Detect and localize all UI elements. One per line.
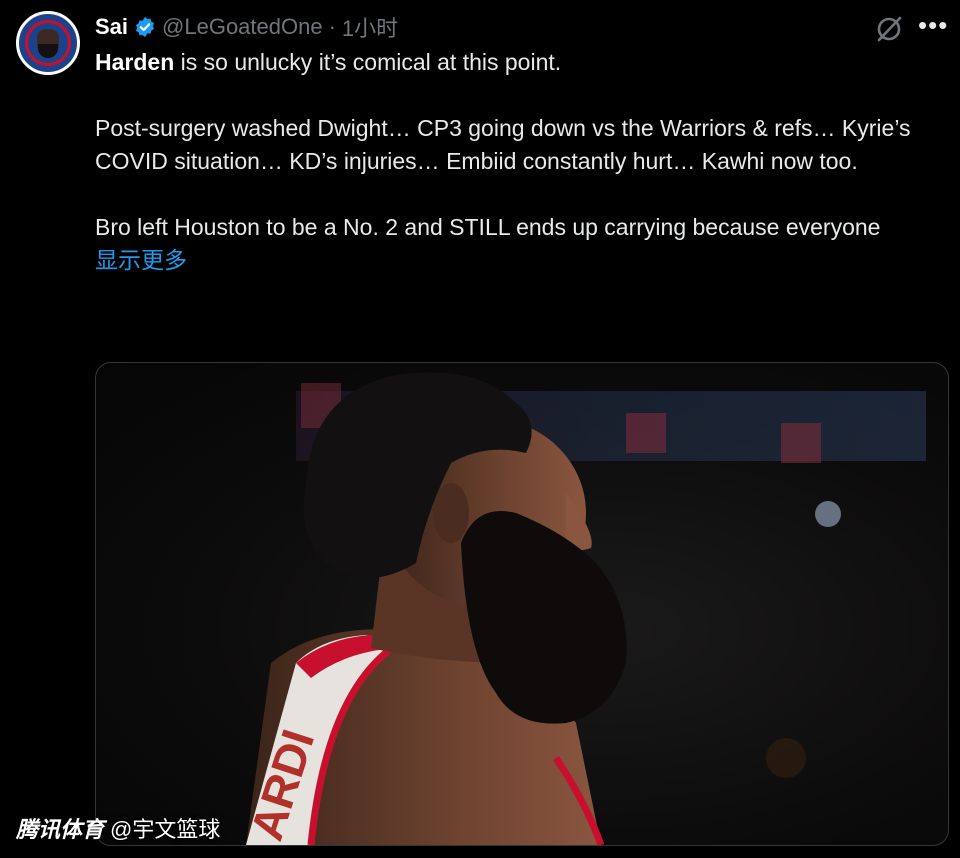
tweet-text: Harden is so unlucky it’s comical at thi… — [95, 46, 955, 277]
header-separator: · — [328, 14, 336, 39]
author-name[interactable]: Sai — [95, 14, 128, 40]
tweet-photo[interactable]: ARDI — [95, 362, 949, 846]
tweet-line-1: Harden is so unlucky it’s comical at thi… — [95, 46, 955, 79]
timestamp[interactable]: 1小时 — [342, 11, 398, 43]
avatar[interactable] — [16, 11, 80, 75]
tweet-paragraph-2: Post-surgery washed Dwight… CP3 going do… — [95, 115, 911, 174]
grok-icon[interactable] — [874, 14, 904, 44]
tweet-paragraph-3: Bro left Houston to be a No. 2 and STILL… — [95, 214, 881, 240]
author-handle[interactable]: @LeGoatedOne — [162, 14, 323, 40]
watermark-brand: 腾讯体育 — [16, 817, 105, 842]
more-options-icon[interactable]: ••• — [918, 10, 948, 40]
arena-light — [815, 501, 841, 527]
tweet-header: Sai @LeGoatedOne · 1小时 — [95, 12, 398, 42]
verified-badge-icon — [135, 16, 155, 38]
watermark-author: @宇文篮球 — [110, 817, 221, 842]
tweet-line-1-rest: is so unlucky it’s comical at this point… — [174, 49, 562, 75]
watermark: 腾讯体育 @宇文篮球 — [16, 812, 220, 844]
show-more-link[interactable]: 显示更多 — [95, 247, 187, 273]
tweet-bold-word: Harden — [95, 49, 175, 75]
photo-illustration: ARDI — [240, 372, 926, 845]
